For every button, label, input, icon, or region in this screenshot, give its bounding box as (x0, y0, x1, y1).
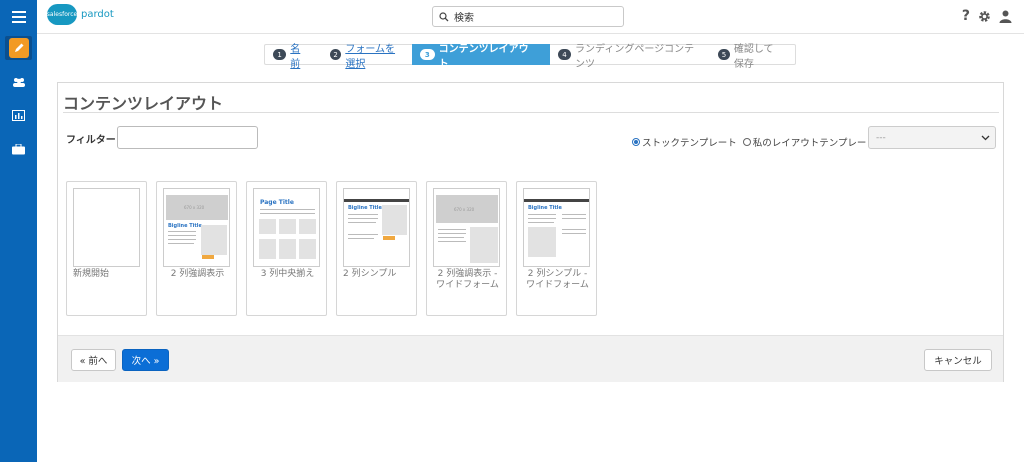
template-card[interactable]: 新規開始 (66, 181, 147, 316)
salesforce-logo: salesforce (47, 4, 77, 25)
wizard-steps: 1 名前 2 フォームを選択 3 コンテンツレイアウト 4 ランディングページコ… (264, 44, 796, 70)
filter-label: フィルター (66, 135, 116, 146)
thumb-placeholder: 670 x 320 (454, 207, 475, 212)
radio-mine-label[interactable]: 私のレイアウトテンプレート (753, 135, 876, 149)
template-source-radios: ストックテンプレート 私のレイアウトテンプレート (632, 135, 876, 149)
step-number: 3 (420, 49, 435, 60)
thumb-title: Bigline Title (168, 223, 202, 229)
template-thumbnail: 670 x 320 (433, 188, 500, 267)
template-label: 2 列強調表示 - ワイドフォーム (436, 269, 499, 290)
wizard-step-5: 5 確認して保存 (710, 44, 796, 70)
pardot-logo[interactable]: salesforce pardot (47, 4, 114, 25)
radio-stock[interactable] (632, 138, 640, 146)
content-nav-button[interactable] (5, 36, 32, 60)
footer-bar: « 前へ 次へ » キャンセル (58, 335, 1003, 382)
reports-icon[interactable] (5, 103, 32, 127)
template-label: 2 列シンプル (343, 269, 397, 279)
template-card[interactable]: Bigline Title 2 列シンプル - ワイドフォーム (516, 181, 597, 316)
search-icon (439, 11, 449, 21)
thumb-title: Bigline Title (348, 205, 382, 211)
template-thumbnail: 670 x 320 Bigline Title (163, 188, 230, 267)
template-cards: 新規開始 670 x 320 Bigline Title 2 列強調表示 Pag… (66, 181, 606, 316)
step-label: コンテンツレイアウト (438, 43, 529, 70)
title-divider (63, 112, 999, 113)
wizard-step-1[interactable]: 1 名前 (264, 44, 322, 70)
step-number: 2 (330, 49, 342, 60)
step-label: 確認して保存 (733, 43, 774, 70)
search-box[interactable] (432, 6, 624, 27)
template-thumbnail: Bigline Title (343, 188, 410, 267)
template-thumbnail (73, 188, 140, 267)
users-icon[interactable] (5, 70, 32, 94)
user-icon[interactable] (999, 10, 1012, 23)
wizard-step-4: 4 ランディングページコンテンツ (550, 44, 710, 70)
step-label: フォームを選択 (345, 43, 396, 70)
template-label: 新規開始 (73, 269, 110, 279)
template-label: 3 列中央揃え (260, 269, 315, 279)
step-label: 名前 (290, 43, 301, 70)
page-title: コンテンツレイアウト (63, 94, 224, 113)
next-button[interactable]: 次へ » (122, 349, 169, 371)
search-input[interactable] (454, 11, 614, 22)
template-select[interactable]: --- (868, 126, 996, 149)
help-icon[interactable]: ? (962, 9, 970, 23)
filter-input[interactable] (117, 126, 258, 149)
pencil-icon (8, 38, 29, 58)
wizard-step-3[interactable]: 3 コンテンツレイアウト (412, 44, 550, 70)
step-label: ランディングページコンテンツ (575, 43, 695, 70)
chevron-down-icon (981, 135, 990, 141)
gear-icon[interactable] (978, 10, 991, 23)
thumb-placeholder: 670 x 320 (184, 205, 205, 210)
thumb-title: Page Title (260, 199, 294, 206)
radio-stock-label[interactable]: ストックテンプレート (642, 135, 737, 149)
template-card[interactable]: Page Title 3 列中央揃え (246, 181, 327, 316)
template-label: 2 列強調表示 (170, 269, 225, 279)
content-layout-panel: コンテンツレイアウト フィルター ストックテンプレート 私のレイアウトテンプレー… (57, 82, 1004, 382)
template-card[interactable]: 670 x 320 Bigline Title 2 列強調表示 (156, 181, 237, 316)
left-nav (0, 0, 37, 462)
menu-icon[interactable] (5, 5, 32, 29)
cancel-button[interactable]: キャンセル (924, 349, 992, 371)
template-card[interactable]: 670 x 320 2 列強調表示 - ワイドフォーム (426, 181, 507, 316)
template-card[interactable]: Bigline Title 2 列シンプル (336, 181, 417, 316)
step-number: 5 (718, 49, 730, 60)
prev-button[interactable]: « 前へ (71, 349, 116, 371)
wizard-step-2[interactable]: 2 フォームを選択 (322, 44, 412, 70)
product-name: pardot (81, 9, 114, 20)
briefcase-icon[interactable] (5, 137, 32, 161)
thumb-title: Bigline Title (528, 205, 562, 211)
template-select-value: --- (876, 132, 886, 143)
step-number: 1 (273, 49, 287, 60)
top-bar: salesforce pardot ? (37, 0, 1024, 34)
step-number: 4 (558, 49, 572, 60)
template-label: 2 列シンプル - ワイドフォーム (526, 269, 589, 290)
template-thumbnail: Bigline Title (523, 188, 590, 267)
template-thumbnail: Page Title (253, 188, 320, 267)
radio-mine[interactable] (742, 138, 751, 146)
